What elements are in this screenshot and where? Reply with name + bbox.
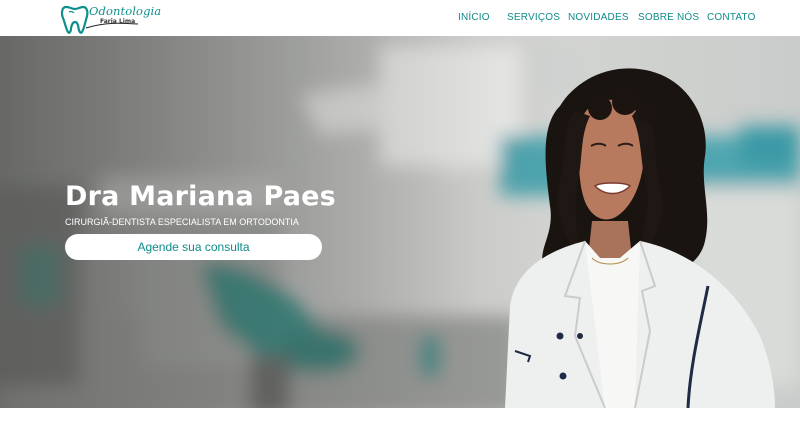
nav-item-contato[interactable]: CONTATO xyxy=(707,12,756,23)
hero-subtitle: CIRURGIÃ-DENTISTA ESPECIALISTA EM ORTODO… xyxy=(65,217,299,227)
nav-item-servicos[interactable]: SERVIÇOS xyxy=(507,12,560,23)
section-divider xyxy=(0,408,800,430)
site-header: Odontologia Faria Lima INÍCIO SERVIÇOS N… xyxy=(0,0,800,36)
schedule-appointment-button[interactable]: Agende sua consulta xyxy=(65,234,322,260)
hero-title: Dra Mariana Paes xyxy=(65,181,336,212)
nav-item-inicio[interactable]: INÍCIO xyxy=(458,12,490,23)
hero-banner: Dra Mariana Paes CIRURGIÃ-DENTISTA ESPEC… xyxy=(0,36,800,408)
nav-item-sobre-nos[interactable]: SOBRE NÓS xyxy=(638,12,699,23)
nav-item-novidades[interactable]: NOVIDADES xyxy=(568,12,629,23)
main-nav: INÍCIO SERVIÇOS NOVIDADES SOBRE NÓS CONT… xyxy=(0,12,800,26)
